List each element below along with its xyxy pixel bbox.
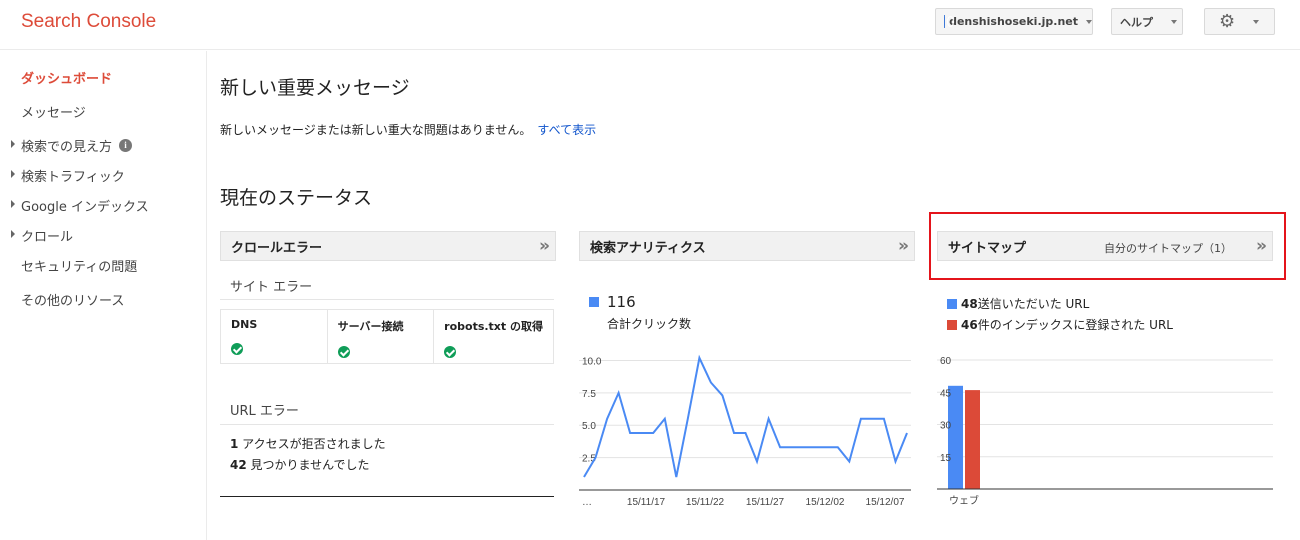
y-tick-label: 5.0 bbox=[582, 421, 596, 432]
url-error-text: アクセスが拒否されました bbox=[238, 437, 386, 451]
clicks-series-line bbox=[583, 354, 908, 478]
chevron-down-icon bbox=[1171, 19, 1177, 24]
clicks-legend-swatch bbox=[589, 297, 599, 307]
site-selector-label: denshishoseki.jp.net bbox=[949, 15, 1078, 28]
y-tick-label: 45 bbox=[940, 388, 952, 399]
chevron-down-icon bbox=[1086, 19, 1092, 24]
sidebar-item-label: その他のリソース bbox=[21, 294, 125, 309]
x-tick-label: 15/11/22 bbox=[686, 497, 725, 508]
expand-arrow-icon bbox=[11, 230, 15, 238]
crawl-errors-header[interactable]: クロールエラー ›› bbox=[220, 231, 556, 261]
clicks-line-chart: 2.55.07.510.0… 15/11/17 15/11/22 15/11/27 15… bbox=[579, 354, 911, 508]
total-clicks-value: 116 bbox=[607, 293, 636, 311]
site-errors-label: サイト エラー bbox=[230, 280, 313, 295]
sidebar-item-label: 検索トラフィック bbox=[21, 170, 125, 185]
chevron-down-icon bbox=[1253, 19, 1260, 24]
robots-fetch-label: robots.txt の取得 bbox=[444, 320, 543, 333]
help-label: ヘルプ bbox=[1120, 15, 1153, 29]
submitted-label: 送信いただいた URL bbox=[977, 297, 1090, 311]
panel-title: 検索アナリティクス bbox=[590, 240, 706, 256]
sidebar-item-google-index[interactable]: Google インデックス bbox=[11, 196, 149, 215]
expand-arrow-icon bbox=[11, 170, 15, 178]
server-connectivity-label: サーバー接続 bbox=[337, 320, 404, 333]
sidebar-item-label: メッセージ bbox=[21, 106, 86, 121]
x-tick-label: 15/11/27 bbox=[746, 497, 785, 508]
my-sitemaps-link[interactable]: 自分のサイトマップ（1） bbox=[1104, 240, 1232, 256]
url-error-row[interactable]: 1 アクセスが拒否されました bbox=[230, 435, 386, 452]
y-tick-label: 15 bbox=[940, 453, 952, 464]
submitted-bar bbox=[948, 385, 963, 489]
messages-text: 新しいメッセージまたは新しい重大な問題はありません。 すべて表示 bbox=[220, 121, 596, 138]
url-error-count: 42 bbox=[230, 458, 247, 472]
settings-button[interactable]: ⚙ bbox=[1204, 8, 1275, 35]
url-error-text: 見つかりませんでした bbox=[246, 458, 370, 472]
view-all-link[interactable]: すべて表示 bbox=[537, 123, 596, 137]
sidebar: ダッシュボード メッセージ 検索での見え方 i 検索トラフィック Google … bbox=[0, 51, 207, 540]
gear-icon: ⚙ bbox=[1219, 10, 1236, 32]
sidebar-item-security-issues[interactable]: セキュリティの問題 bbox=[21, 256, 137, 275]
sidebar-item-messages[interactable]: メッセージ bbox=[21, 102, 86, 121]
total-clicks-label: 合計クリック数 bbox=[607, 317, 692, 331]
x-tick-label: 15/12/02 bbox=[806, 497, 845, 508]
y-tick-label: 7.5 bbox=[582, 389, 596, 400]
sidebar-item-label: クロール bbox=[21, 230, 74, 245]
site-selector[interactable]: denshishoseki.jp.net bbox=[935, 8, 1093, 35]
url-error-row[interactable]: 42 見つかりませんでした bbox=[230, 456, 370, 473]
sidebar-item-label: Google インデックス bbox=[21, 200, 149, 215]
panel-title: クロールエラー bbox=[231, 240, 323, 256]
robots-fetch-cell[interactable]: robots.txt の取得 bbox=[434, 310, 553, 363]
info-icon[interactable]: i bbox=[119, 139, 133, 152]
x-tick-label: ウェブ bbox=[949, 494, 979, 507]
sidebar-item-search-traffic[interactable]: 検索トラフィック bbox=[11, 166, 125, 185]
submitted-urls-stat: 48 送信いただいた URL bbox=[947, 295, 1089, 312]
divider bbox=[220, 299, 554, 300]
panel-title: サイトマップ bbox=[948, 240, 1027, 256]
sidebar-item-label: ダッシュボード bbox=[21, 72, 113, 87]
check-icon bbox=[337, 346, 350, 358]
submitted-count: 48 bbox=[961, 296, 978, 311]
sidebar-item-crawl[interactable]: クロール bbox=[11, 226, 74, 245]
search-analytics-header[interactable]: 検索アナリティクス ›› bbox=[579, 231, 915, 261]
status-title: 現在のステータス bbox=[220, 187, 373, 209]
indexed-urls-stat: 46 件のインデックスに登録された URL bbox=[947, 316, 1173, 333]
double-chevron-right-icon[interactable]: ›› bbox=[1256, 236, 1267, 256]
x-tick-label: 15/12/07 bbox=[866, 497, 905, 508]
sidebar-item-label: セキュリティの問題 bbox=[21, 260, 138, 275]
site-errors-grid: DNS サーバー接続 robots.txt の取得 bbox=[220, 309, 554, 364]
server-connectivity-cell[interactable]: サーバー接続 bbox=[328, 310, 435, 363]
sitemaps-header[interactable]: サイトマップ 自分のサイトマップ（1） ›› bbox=[937, 231, 1273, 261]
check-icon bbox=[231, 343, 243, 355]
help-button[interactable]: ヘルプ bbox=[1111, 8, 1183, 35]
x-tick-label: … bbox=[582, 497, 592, 508]
total-clicks-stat: 116 bbox=[589, 293, 636, 311]
top-bar: Search Console denshishoseki.jp.net ヘルプ … bbox=[0, 0, 1300, 50]
messages-title: 新しい重要メッセージ bbox=[220, 77, 410, 99]
expand-arrow-icon bbox=[11, 140, 15, 148]
double-chevron-right-icon[interactable]: ›› bbox=[539, 236, 550, 256]
url-errors-label: URL エラー bbox=[230, 404, 299, 419]
x-tick-label: 15/11/17 bbox=[627, 497, 666, 508]
indexed-label: 件のインデックスに登録された URL bbox=[977, 318, 1173, 332]
dns-label: DNS bbox=[231, 318, 258, 331]
dns-cell[interactable]: DNS bbox=[221, 310, 328, 363]
y-tick-label: 60 bbox=[940, 356, 952, 367]
y-tick-label: 10.0 bbox=[582, 356, 602, 367]
indexed-bar bbox=[965, 390, 980, 489]
double-chevron-right-icon[interactable]: ›› bbox=[898, 236, 909, 256]
submitted-legend-swatch bbox=[947, 298, 957, 309]
y-tick-label: 30 bbox=[940, 421, 952, 432]
sidebar-item-dashboard[interactable]: ダッシュボード bbox=[21, 68, 112, 87]
check-icon bbox=[444, 346, 457, 358]
sidebar-item-search-appearance[interactable]: 検索での見え方 i bbox=[11, 136, 133, 155]
sidebar-item-label: 検索での見え方 bbox=[21, 140, 113, 155]
sitemap-bar-chart: 15 30 45 60 ウェブ bbox=[937, 356, 1273, 507]
divider bbox=[220, 424, 554, 425]
expand-arrow-icon bbox=[11, 200, 15, 208]
messages-body: 新しいメッセージまたは新しい重大な問題はありません。 bbox=[220, 123, 532, 137]
brand-logo[interactable]: Search Console bbox=[21, 11, 156, 33]
indexed-legend-swatch bbox=[947, 319, 957, 330]
divider bbox=[220, 496, 554, 497]
sidebar-item-other-resources[interactable]: その他のリソース bbox=[21, 290, 124, 309]
indexed-count: 46 bbox=[961, 317, 978, 332]
